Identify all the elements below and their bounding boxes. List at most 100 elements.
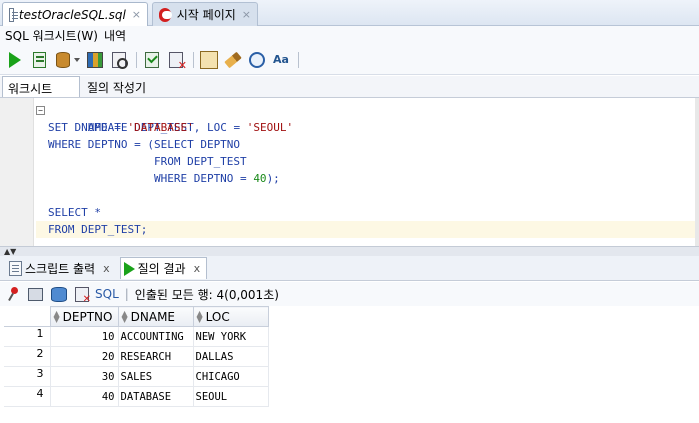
output-tab-bar: 스크립트 출력 x 질의 결과 x	[0, 256, 699, 281]
history-button[interactable]	[248, 51, 266, 69]
code-text: WHERE DEPTNO = 40);	[48, 172, 280, 185]
sort-icon: ▲ ▼	[196, 309, 203, 324]
row-number-header	[4, 306, 51, 327]
code-text: FROM DEPT_TEST;	[48, 223, 148, 236]
rollback-button[interactable]	[86, 51, 104, 69]
document-tab-bar: testOracleSQL.sql × 시작 페이지 ×	[0, 0, 699, 26]
sql-link[interactable]: SQL	[95, 287, 119, 301]
fold-toggle-icon[interactable]: −	[36, 106, 45, 115]
run-statement-icon	[9, 51, 21, 68]
tab-label: 질의 결과	[137, 262, 186, 276]
column-header-loc[interactable]: ▲ ▼ LOC	[192, 306, 269, 327]
code-line[interactable]: SELECT *	[36, 204, 699, 221]
autotrace-icon	[145, 51, 159, 68]
cell-loc[interactable]: SEOUL	[192, 386, 269, 407]
code-line[interactable]: − UPDATE DEPT_TEST	[36, 102, 699, 134]
cell-dname[interactable]: ACCOUNTING	[117, 326, 194, 347]
code-line[interactable]: WHERE DEPTNO = (SELECT DEPTNO	[36, 136, 699, 153]
column-header-dname[interactable]: ▲ ▼ DNAME	[117, 306, 194, 327]
toolbar-divider	[298, 51, 299, 68]
format-icon: Aa	[273, 53, 289, 66]
sql-editor[interactable]: − UPDATE DEPT_TEST SET DNAME = 'DATABASE'…	[0, 98, 699, 246]
table-row[interactable]: 3 30 SALES CHICAGO	[4, 366, 269, 387]
tab-testoraclesql[interactable]: testOracleSQL.sql ×	[2, 2, 148, 26]
cell-deptno[interactable]: 40	[49, 386, 119, 407]
cell-loc[interactable]: CHICAGO	[192, 366, 269, 387]
explain-plan-icon	[112, 51, 126, 68]
column-label: DEPTNO	[62, 309, 113, 324]
string-literal: 'DATABASE'	[127, 121, 194, 134]
close-tab-button[interactable]: x	[194, 262, 201, 275]
cell-dname[interactable]: RESEARCH	[117, 346, 194, 367]
history-icon	[249, 51, 265, 68]
editor-scrollbar[interactable]	[695, 98, 699, 246]
menu-item-history[interactable]: 내역	[104, 27, 126, 44]
code-text: SET DNAME = 'DATABASE', LOC = 'SEOUL'	[48, 121, 294, 134]
menu-item-sql-worksheet[interactable]: SQL 워크시트(W)	[5, 27, 98, 44]
chevron-down-icon[interactable]	[74, 57, 80, 62]
code-line[interactable]: FROM DEPT_TEST	[36, 153, 699, 170]
pin-icon[interactable]	[8, 287, 20, 301]
tab-start-page[interactable]: 시작 페이지 ×	[152, 2, 258, 26]
results-grid: ▲ ▼ DEPTNO ▲ ▼ DNAME ▲ ▼ LOC 1 10 ACCOUNTING N…	[4, 306, 269, 407]
code-line[interactable]	[36, 187, 699, 204]
cell-dname[interactable]: SALES	[117, 366, 194, 387]
tab-label: 시작 페이지	[176, 8, 236, 22]
run-statement-button[interactable]	[6, 51, 24, 69]
cancel-icon	[169, 51, 183, 68]
table-row[interactable]: 2 20 RESEARCH DALLAS	[4, 346, 269, 367]
worksheet-subtabs: 워크시트 질의 작성기	[0, 76, 699, 98]
tab-query-result[interactable]: 질의 결과 x	[119, 257, 208, 279]
worksheet-menu-bar: SQL 워크시트(W) 내역	[0, 26, 699, 45]
cell-deptno[interactable]: 10	[49, 326, 119, 347]
tab-query-builder[interactable]: 질의 작성기	[82, 76, 154, 97]
code-line[interactable]: WHERE DEPTNO = 40);	[36, 170, 699, 187]
results-grid-area: ▲ ▼ DEPTNO ▲ ▼ DNAME ▲ ▼ LOC 1 10 ACCOUNTING N…	[0, 306, 699, 423]
code-area[interactable]: − UPDATE DEPT_TEST SET DNAME = 'DATABASE'…	[36, 102, 699, 238]
cell-deptno[interactable]: 30	[49, 366, 119, 387]
toolbar-divider	[136, 51, 137, 68]
number-literal: 40	[253, 172, 267, 185]
code-line-current[interactable]: FROM DEPT_TEST;	[36, 221, 699, 238]
script-output-icon	[9, 260, 22, 276]
sort-icon: ▲ ▼	[121, 309, 128, 324]
cell-deptno[interactable]: 20	[49, 346, 119, 367]
refresh-icon[interactable]	[51, 286, 67, 302]
run-script-button[interactable]	[30, 51, 48, 69]
autotrace-button[interactable]	[143, 51, 161, 69]
format-button[interactable]: Aa	[272, 51, 290, 69]
clear-results-icon[interactable]	[75, 286, 91, 305]
row-number: 4	[4, 386, 51, 407]
cell-loc[interactable]: DALLAS	[192, 346, 269, 367]
cell-dname[interactable]: DATABASE	[117, 386, 194, 407]
clear-button[interactable]	[224, 51, 242, 69]
row-number: 1	[4, 326, 51, 347]
commit-button[interactable]	[54, 51, 72, 69]
collapse-arrows-icon[interactable]: ▲▼	[4, 248, 16, 256]
tab-worksheet[interactable]: 워크시트	[2, 76, 80, 97]
close-tab-button[interactable]: ×	[242, 8, 251, 21]
sql-file-icon	[9, 7, 18, 22]
print-icon[interactable]	[28, 287, 43, 301]
tab-label: testOracleSQL.sql	[18, 7, 126, 22]
tab-script-output[interactable]: 스크립트 출력 x	[6, 257, 116, 279]
cancel-button[interactable]	[167, 51, 185, 69]
column-label: DNAME	[130, 309, 176, 324]
editor-gutter	[0, 98, 34, 246]
code-line[interactable]: SET DNAME = 'DATABASE', LOC = 'SEOUL'	[36, 119, 699, 136]
table-row[interactable]: 1 10 ACCOUNTING NEW YORK	[4, 326, 269, 347]
results-toolbar: SQL | 인출된 모든 행: 4(0,001초)	[0, 282, 699, 306]
cell-loc[interactable]: NEW YORK	[192, 326, 269, 347]
row-number: 3	[4, 366, 51, 387]
table-row[interactable]: 4 40 DATABASE SEOUL	[4, 386, 269, 407]
query-result-icon	[123, 261, 135, 276]
close-tab-button[interactable]: ×	[132, 8, 141, 21]
panel-splitter[interactable]: ▲▼	[0, 246, 699, 256]
explain-plan-button[interactable]	[110, 51, 128, 69]
close-tab-button[interactable]: x	[103, 262, 110, 275]
column-label: LOC	[205, 309, 230, 324]
code-text: SELECT *	[48, 206, 101, 219]
rollback-icon	[87, 51, 103, 68]
sql-tuning-button[interactable]	[200, 50, 218, 69]
column-header-deptno[interactable]: ▲ ▼ DEPTNO	[49, 306, 119, 327]
